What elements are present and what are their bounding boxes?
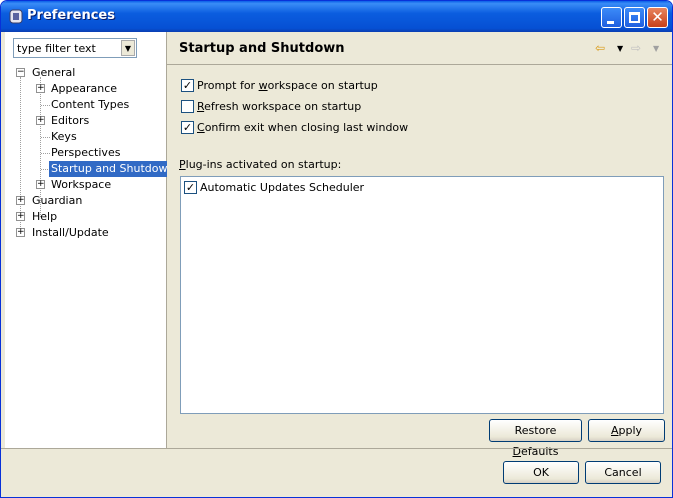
checkbox[interactable]	[181, 79, 194, 92]
expand-icon[interactable]: +	[16, 212, 25, 221]
plugins-label: Plug-ins activated on startup:	[179, 158, 342, 171]
close-button[interactable]: ✕	[647, 7, 668, 28]
tree-item-help[interactable]: Help	[32, 209, 57, 225]
tree-item-general[interactable]: General	[32, 65, 75, 81]
page-header: Startup and Shutdown ⇦ ▼ ⇨ ▼	[167, 32, 672, 65]
restore-defaults-button[interactable]: Restore Defaults	[489, 419, 582, 458]
tree-connector	[20, 77, 21, 233]
tree-item-install-update[interactable]: Install/Update	[32, 225, 109, 241]
cancel-button[interactable]: Cancel	[585, 461, 661, 484]
apply-button[interactable]: Apply	[588, 419, 665, 442]
tree-item-workspace[interactable]: Workspace	[51, 177, 111, 193]
tree-item-appearance[interactable]: Appearance	[51, 81, 117, 97]
option-label: Refresh workspace on startup	[197, 100, 362, 113]
preference-tree-pane: type filter text ▼ − General + Appearanc…	[5, 32, 177, 448]
app-icon	[9, 9, 23, 24]
tree-item-perspectives[interactable]: Perspectives	[51, 145, 120, 161]
page-title: Startup and Shutdown	[179, 41, 345, 56]
forward-menu-chevron-icon[interactable]: ▼	[653, 44, 659, 53]
checkbox[interactable]	[181, 100, 194, 113]
chevron-down-icon[interactable]: ▼	[121, 40, 135, 56]
back-arrow-icon[interactable]: ⇦	[595, 41, 605, 55]
tree-item-startup-shutdown[interactable]: Startup and Shutdown	[49, 161, 177, 177]
maximize-button[interactable]	[624, 7, 645, 28]
expand-icon[interactable]: +	[36, 84, 45, 93]
plugins-list[interactable]: Automatic Updates Scheduler	[180, 176, 664, 414]
preferences-window: Preferences ✕ type filter text ▼ − Gener…	[0, 0, 673, 498]
maximize-icon	[629, 12, 640, 23]
preference-page: Startup and Shutdown ⇦ ▼ ⇨ ▼ Prompt for …	[167, 32, 672, 458]
expand-icon[interactable]: +	[16, 196, 25, 205]
checkbox[interactable]	[184, 181, 197, 194]
tree-item-editors[interactable]: Editors	[51, 113, 89, 129]
close-icon: ✕	[651, 8, 664, 26]
checkbox[interactable]	[181, 121, 194, 134]
tree-connector	[41, 105, 50, 106]
window-title: Preferences	[27, 8, 115, 23]
tree-connector	[41, 153, 50, 154]
ok-button[interactable]: OK	[503, 461, 579, 484]
forward-arrow-icon[interactable]: ⇨	[631, 41, 641, 55]
title-bar[interactable]: Preferences ✕	[1, 1, 672, 32]
option-label: Prompt for workspace on startup	[197, 79, 378, 92]
expand-icon[interactable]: +	[36, 116, 45, 125]
expand-icon[interactable]: +	[16, 228, 25, 237]
tree-item-content-types[interactable]: Content Types	[51, 97, 129, 113]
tree-connector	[41, 137, 50, 138]
minimize-icon	[607, 21, 614, 24]
minimize-button[interactable]	[601, 7, 622, 28]
option-label: Confirm exit when closing last window	[197, 121, 409, 134]
plugin-name: Automatic Updates Scheduler	[200, 181, 365, 194]
tree-item-guardian[interactable]: Guardian	[32, 193, 82, 209]
filter-combo[interactable]: type filter text ▼	[13, 38, 137, 58]
tree-item-keys[interactable]: Keys	[51, 129, 77, 145]
expand-icon[interactable]: +	[36, 180, 45, 189]
collapse-icon[interactable]: −	[16, 68, 25, 77]
back-menu-chevron-icon[interactable]: ▼	[617, 44, 623, 53]
filter-text[interactable]: type filter text	[17, 42, 96, 55]
dialog-button-bar: OK Cancel	[1, 448, 672, 497]
